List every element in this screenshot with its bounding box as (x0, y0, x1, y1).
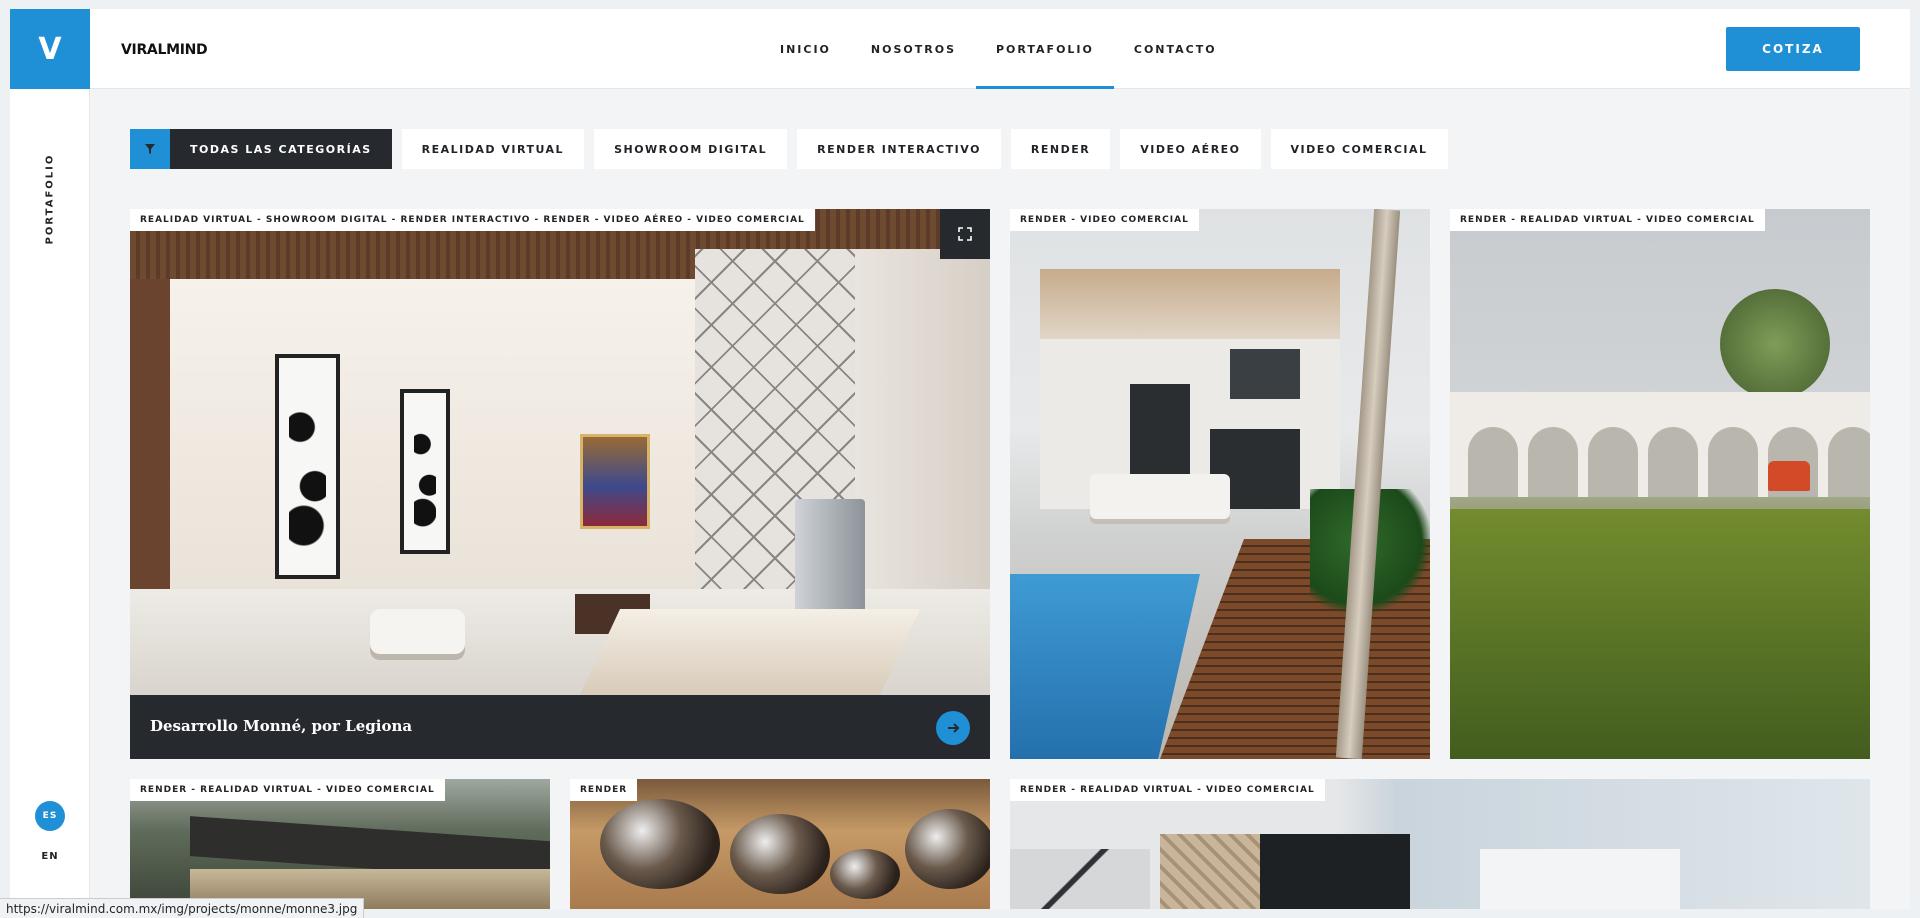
project-image (1010, 209, 1430, 759)
leopard-artwork (275, 354, 340, 579)
project-tags: RENDER - REALIDAD VIRTUAL - VIDEO COMERC… (1450, 209, 1765, 231)
filter-video-comercial[interactable]: VIDEO COMERCIAL (1270, 129, 1448, 169)
project-tags: RENDER - REALIDAD VIRTUAL - VIDEO COMERC… (130, 779, 445, 801)
filter-video-aereo[interactable]: VIDEO AÉREO (1120, 129, 1261, 169)
project-card-monne[interactable]: REALIDAD VIRTUAL - SHOWROOM DIGITAL - RE… (130, 209, 990, 759)
filter-icon[interactable] (130, 129, 170, 169)
cotiza-button[interactable]: COTIZA (1726, 27, 1860, 71)
section-label: PORTAFOLIO (44, 153, 56, 245)
project-tags: RENDER - VIDEO COMERCIAL (1010, 209, 1199, 231)
expand-icon[interactable] (940, 209, 990, 259)
nav-portafolio[interactable]: PORTAFOLIO (976, 9, 1114, 89)
left-sidebar: PORTAFOLIO ES EN (10, 89, 90, 909)
project-card-lamps[interactable]: RENDER (570, 779, 990, 909)
project-card-pool-house[interactable]: RENDER - VIDEO COMERCIAL (1010, 209, 1430, 759)
nav-contacto[interactable]: CONTACTO (1114, 9, 1237, 89)
project-card-arches[interactable]: RENDER - REALIDAD VIRTUAL - VIDEO COMERC… (1450, 209, 1870, 759)
project-title[interactable]: Desarrollo Monné, por Legiona (150, 717, 412, 735)
zebra-artwork (400, 389, 450, 554)
nav-inicio[interactable]: INICIO (760, 9, 851, 89)
logo-mark[interactable]: V (10, 9, 90, 89)
lang-en-button[interactable]: EN (35, 841, 65, 871)
category-filters: TODAS LAS CATEGORÍAS REALIDAD VIRTUAL SH… (130, 129, 1448, 169)
link-status-bar: https://viralmind.com.mx/img/projects/mo… (0, 898, 365, 918)
project-image (1450, 209, 1870, 759)
filter-showroom-digital[interactable]: SHOWROOM DIGITAL (594, 129, 788, 169)
arrow-right-icon[interactable] (936, 711, 970, 745)
project-image (130, 209, 990, 759)
portrait-artwork (580, 434, 650, 529)
filter-realidad-virtual[interactable]: REALIDAD VIRTUAL (401, 129, 585, 169)
project-tags: RENDER - REALIDAD VIRTUAL - VIDEO COMERC… (1010, 779, 1325, 801)
nav-nosotros[interactable]: NOSOTROS (851, 9, 976, 89)
project-tags: REALIDAD VIRTUAL - SHOWROOM DIGITAL - RE… (130, 209, 815, 231)
filter-render-interactivo[interactable]: RENDER INTERACTIVO (797, 129, 1001, 169)
main-nav: INICIO NOSOTROS PORTAFOLIO CONTACTO (760, 9, 1237, 89)
project-card-modern-house[interactable]: RENDER - REALIDAD VIRTUAL - VIDEO COMERC… (1010, 779, 1870, 909)
top-header: V VIRALMIND INICIO NOSOTROS PORTAFOLIO C… (10, 9, 1910, 89)
project-card-terrace[interactable]: RENDER - REALIDAD VIRTUAL - VIDEO COMERC… (130, 779, 550, 909)
filter-render[interactable]: RENDER (1010, 129, 1111, 169)
page-frame: V VIRALMIND INICIO NOSOTROS PORTAFOLIO C… (10, 9, 1910, 909)
project-tags: RENDER (570, 779, 638, 801)
filter-all-categories[interactable]: TODAS LAS CATEGORÍAS (170, 129, 392, 169)
brand-name[interactable]: VIRALMIND (121, 42, 208, 58)
project-caption: Desarrollo Monné, por Legiona (130, 695, 990, 759)
lang-es-button[interactable]: ES (35, 801, 65, 831)
